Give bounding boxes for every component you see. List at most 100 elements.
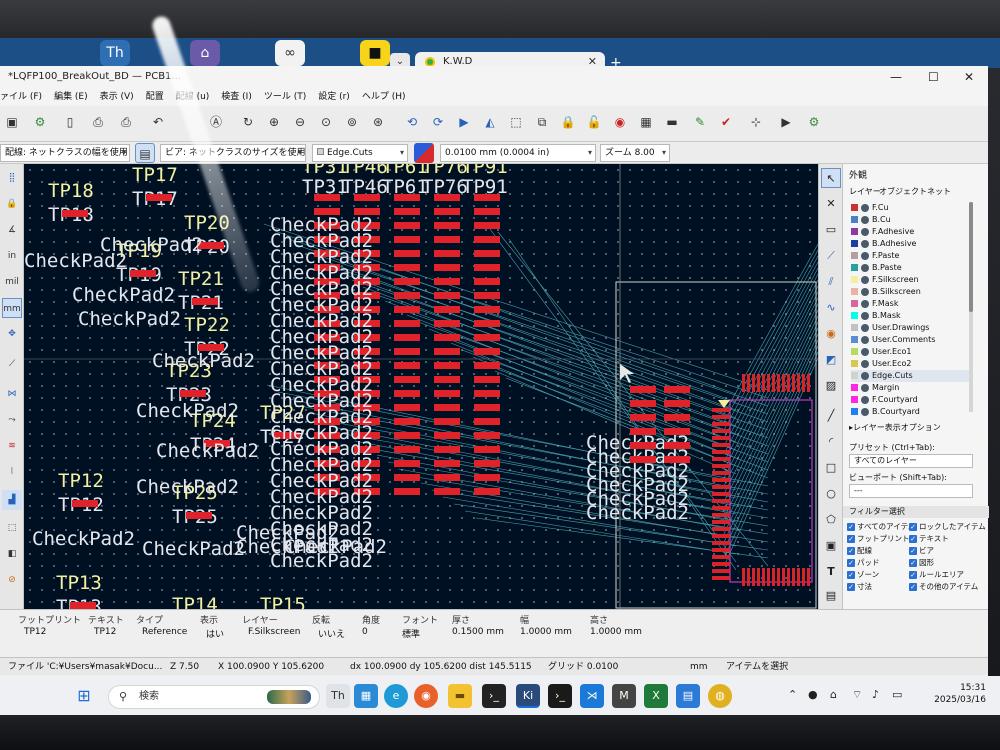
route-track-icon[interactable]: ⟋ — [821, 246, 841, 266]
drc-icon[interactable]: ✔ — [716, 112, 736, 132]
testpoint-pad[interactable] — [474, 264, 500, 271]
preset-select[interactable]: すべてのレイヤー — [849, 454, 973, 468]
testpoint-pad[interactable] — [434, 390, 460, 397]
firefox-icon[interactable]: ◉ — [414, 684, 438, 708]
tab-objects[interactable]: オブジェクト — [879, 186, 927, 197]
layer-row[interactable]: User.Comments — [851, 334, 971, 346]
testpoint-pad[interactable] — [394, 306, 420, 313]
visibility-eye-icon[interactable] — [861, 407, 869, 416]
testpoint-pad[interactable] — [630, 414, 656, 421]
chrome-icon[interactable]: ◍ — [708, 684, 732, 708]
undo-icon[interactable]: ↶ — [148, 112, 168, 132]
qfp-pad[interactable] — [712, 415, 730, 419]
ratsnest-icon[interactable]: ⟋ — [2, 354, 22, 374]
rule-area-icon[interactable]: ▨ — [821, 376, 841, 396]
testpoint-pad[interactable] — [474, 292, 500, 299]
qfp-pad[interactable] — [742, 374, 745, 392]
testpoint-pad[interactable] — [474, 236, 500, 243]
unit-inch-button[interactable]: in — [2, 246, 22, 266]
board-setup-icon[interactable]: ⚙ — [30, 112, 50, 132]
qfp-pad[interactable] — [782, 374, 785, 392]
qfp-pad[interactable] — [777, 568, 780, 586]
testpoint-pad[interactable] — [630, 456, 656, 463]
qfp-pad[interactable] — [712, 457, 730, 461]
layer-row[interactable]: B.Paste — [851, 262, 971, 274]
vscode-icon[interactable]: ⋊ — [580, 684, 604, 708]
zoom-selection-icon[interactable]: ⊛ — [368, 112, 388, 132]
mirror-icon[interactable]: ◭ — [480, 112, 500, 132]
testpoint-pad[interactable] — [474, 488, 500, 495]
testpoint-pad[interactable] — [394, 278, 420, 285]
qfp-pad[interactable] — [712, 555, 730, 559]
layer-row[interactable]: Margin — [851, 382, 971, 394]
visibility-eye-icon[interactable] — [861, 359, 869, 368]
testpoint-pad[interactable] — [394, 460, 420, 467]
testpoint-pad[interactable] — [394, 418, 420, 425]
qfp-pad[interactable] — [757, 568, 760, 586]
layer-row[interactable]: User.Drawings — [851, 322, 971, 334]
layer-color-swatch[interactable] — [851, 264, 858, 271]
reference-label[interactable]: TP18 — [48, 180, 94, 202]
testpoint-pad[interactable] — [130, 270, 156, 277]
layer-color-swatch[interactable] — [851, 228, 858, 235]
qfp-pad[interactable] — [712, 569, 730, 573]
layer-color-swatch[interactable] — [851, 240, 858, 247]
maximize-icon[interactable]: ☐ — [928, 66, 939, 88]
qfp-pad[interactable] — [712, 499, 730, 503]
filter-checkbox[interactable]: ✓ テキスト — [909, 534, 949, 544]
layer-color-swatch[interactable] — [851, 372, 858, 379]
rotate-ccw-icon[interactable]: ⟲ — [402, 112, 422, 132]
visibility-eye-icon[interactable] — [861, 395, 869, 404]
testpoint-pad[interactable] — [180, 390, 206, 397]
testpoint-pad[interactable] — [394, 348, 420, 355]
testpoint-pad[interactable] — [474, 474, 500, 481]
visibility-eye-icon[interactable] — [861, 347, 869, 356]
app-icon[interactable]: ∞ — [275, 40, 305, 66]
menu-item[interactable]: 設定 (r) — [318, 92, 350, 102]
wifi-icon[interactable]: ⌔ — [852, 688, 862, 702]
testpoint-pad[interactable] — [474, 348, 500, 355]
qfp-pad[interactable] — [712, 408, 730, 412]
qfp-pad[interactable] — [762, 374, 765, 392]
menu-item[interactable]: ァイル (F) — [0, 92, 42, 102]
qfp-pad[interactable] — [797, 374, 800, 392]
zoom-fit-icon[interactable]: ⊙ — [316, 112, 336, 132]
high-contrast-icon[interactable]: ◧ — [2, 544, 22, 564]
terminal-icon[interactable]: ›_ — [482, 684, 506, 708]
qfp-pad[interactable] — [772, 568, 775, 586]
qfp-pad[interactable] — [712, 436, 730, 440]
qfp-pad[interactable] — [792, 568, 795, 586]
layer-row[interactable]: F.Courtyard — [851, 394, 971, 406]
zoom-in-icon[interactable]: ⊕ — [264, 112, 284, 132]
file-explorer-icon[interactable]: ▬ — [448, 684, 472, 708]
layer-color-swatch[interactable] — [851, 396, 858, 403]
qfp-pad[interactable] — [802, 374, 805, 392]
close-icon[interactable]: ✕ — [964, 66, 974, 88]
layer-row[interactable]: B.Mask — [851, 310, 971, 322]
track-width-select[interactable]: 配線: ネットクラスの幅を使用 ▾ — [0, 144, 130, 162]
filter-checkbox[interactable]: ✓ フットプリント — [847, 534, 910, 544]
layer-row[interactable]: B.Courtyard — [851, 406, 971, 418]
qfp-pad[interactable] — [712, 443, 730, 447]
testpoint-pad[interactable] — [474, 404, 500, 411]
layer-row[interactable]: User.Eco1 — [851, 346, 971, 358]
qfp-pad[interactable] — [712, 541, 730, 545]
layer-color-swatch[interactable] — [851, 384, 858, 391]
testpoint-pad[interactable] — [70, 602, 96, 609]
select-icon[interactable]: ↖ — [821, 168, 841, 188]
visibility-eye-icon[interactable] — [861, 323, 869, 332]
layer-color-swatch[interactable] — [851, 348, 858, 355]
testpoint-pad[interactable] — [474, 278, 500, 285]
flip-icon[interactable]: ▶ — [454, 112, 474, 132]
testpoint-pad[interactable] — [474, 334, 500, 341]
testpoint-pad[interactable] — [630, 442, 656, 449]
testpoint-pad[interactable] — [62, 210, 88, 217]
zoom-out-icon[interactable]: ⊖ — [290, 112, 310, 132]
qfp-pad[interactable] — [712, 548, 730, 552]
draw-circle-icon[interactable]: ○ — [821, 484, 841, 504]
testpoint-pad[interactable] — [474, 432, 500, 439]
visibility-eye-icon[interactable] — [861, 311, 869, 320]
layer-color-swatch[interactable] — [851, 216, 858, 223]
update-pcb-icon[interactable]: ✎ — [690, 112, 710, 132]
start-icon[interactable]: ⊞ — [72, 684, 96, 708]
